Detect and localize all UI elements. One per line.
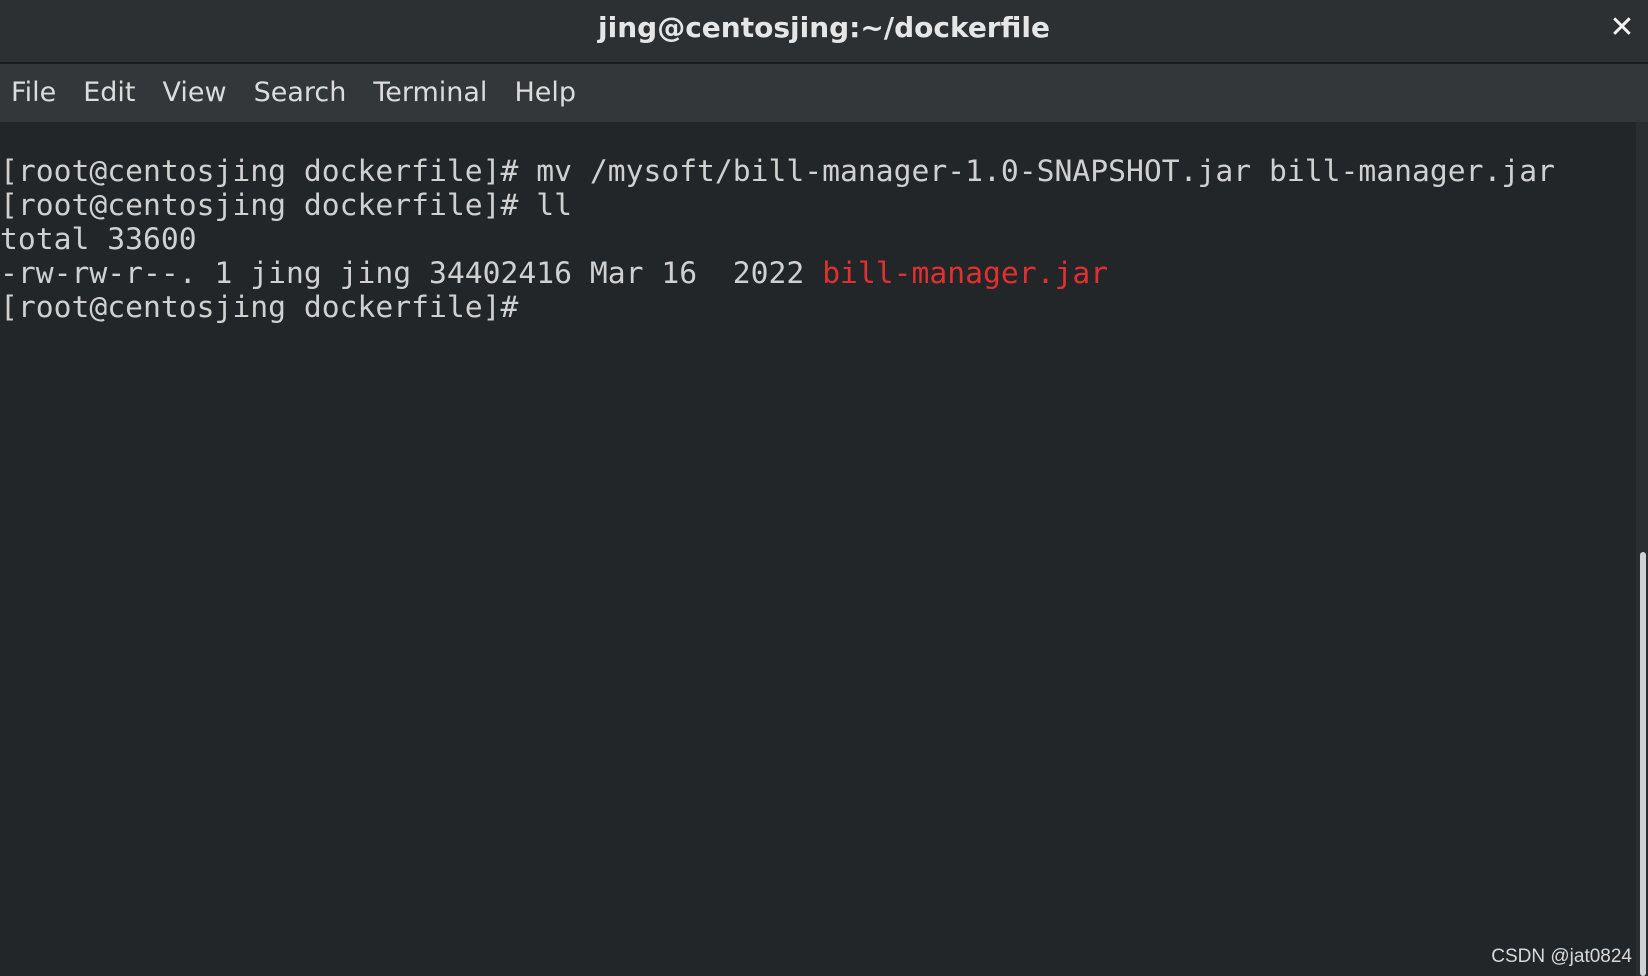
shell-command: ll xyxy=(518,188,572,223)
terminal-output[interactable]: [root@centosjing dockerfile]# mv /mysoft… xyxy=(0,122,1636,976)
shell-command: mv /mysoft/bill-manager-1.0-SNAPSHOT.jar… xyxy=(518,154,1555,189)
close-icon[interactable]: ✕ xyxy=(1602,8,1642,48)
terminal-line: [root@centosjing dockerfile]# ll xyxy=(0,188,572,224)
menu-bar: File Edit View Search Terminal Help xyxy=(0,64,1648,122)
menu-view[interactable]: View xyxy=(151,64,242,122)
scrollbar[interactable] xyxy=(1636,122,1648,976)
terminal-line: total 33600 xyxy=(0,222,197,258)
menu-file[interactable]: File xyxy=(0,64,72,122)
window-title: jing@centosjing:~/dockerfile xyxy=(598,11,1050,44)
terminal-line: [root@centosjing dockerfile]# mv /mysoft… xyxy=(0,154,1555,190)
menu-edit[interactable]: Edit xyxy=(72,64,151,122)
shell-prompt: [root@centosjing dockerfile]# xyxy=(0,290,519,325)
menu-help[interactable]: Help xyxy=(503,64,592,122)
title-bar[interactable]: jing@centosjing:~/dockerfile ✕ xyxy=(0,0,1648,64)
menu-terminal[interactable]: Terminal xyxy=(362,64,503,122)
terminal-window: jing@centosjing:~/dockerfile ✕ File Edit… xyxy=(0,0,1648,976)
command-output: total 33600 xyxy=(0,222,197,257)
terminal-line: [root@centosjing dockerfile]# xyxy=(0,290,518,326)
terminal-line: -rw-rw-r--. 1 jing jing 34402416 Mar 16 … xyxy=(0,256,1108,292)
menu-search[interactable]: Search xyxy=(243,64,363,122)
command-output: -rw-rw-r--. 1 jing jing 34402416 Mar 16 … xyxy=(0,256,823,291)
shell-prompt: [root@centosjing dockerfile]# xyxy=(0,154,519,189)
scrollbar-thumb[interactable] xyxy=(1640,552,1646,976)
file-name: bill-manager.jar xyxy=(822,256,1109,291)
watermark: CSDN @jat0824 xyxy=(1491,946,1632,967)
shell-prompt: [root@centosjing dockerfile]# xyxy=(0,188,519,223)
